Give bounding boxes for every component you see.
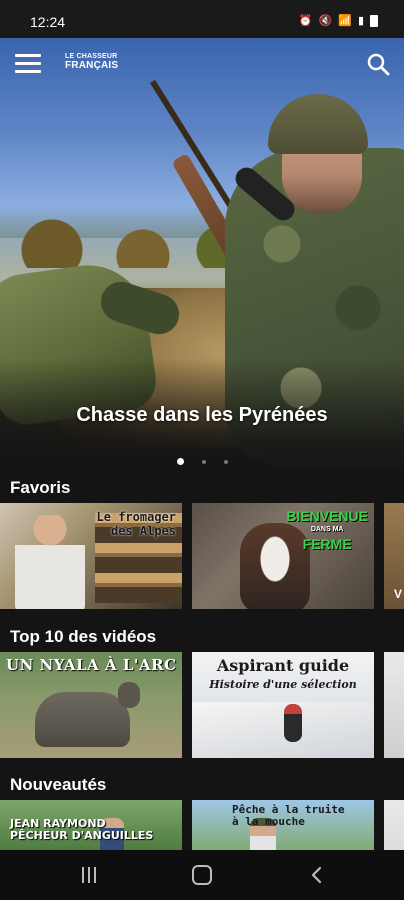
hero-hunter-cap <box>268 94 368 154</box>
video-thumb-nyala[interactable]: UN NYALA À L'ARC <box>0 652 182 758</box>
video-thumb-partial[interactable]: V <box>384 503 404 609</box>
app-toolbar: LE CHASSEUR FRANÇAIS <box>0 44 404 84</box>
row-nouveautes: JEAN RAYMOND PÊCHEUR D'ANGUILLES Pêche à… <box>0 800 404 852</box>
thumb-title: UN NYALA À L'ARC <box>6 656 177 674</box>
thumb-animal <box>35 692 130 747</box>
carousel-dot-3[interactable] <box>223 459 228 464</box>
thumb-title: V <box>394 587 403 601</box>
video-thumb-aspirant-guide[interactable]: Aspirant guide Histoire d'une sélection <box>192 652 374 758</box>
thumb-title: BIENVENUE DANS MA FERME <box>286 509 368 551</box>
thumb-slope <box>192 702 374 758</box>
hero-title[interactable]: Chasse dans les Pyrénées <box>0 404 404 427</box>
row-favoris: Le fromager des Alpes BIENVENUE DANS MA … <box>0 503 404 609</box>
app-logo[interactable]: LE CHASSEUR FRANÇAIS <box>65 52 119 71</box>
section-title-favoris: Favoris <box>10 478 71 497</box>
wifi-icon: 📶 <box>338 15 352 27</box>
thumb-title: JEAN RAYMOND PÊCHEUR D'ANGUILLES <box>10 817 154 842</box>
carousel-dots <box>0 458 404 465</box>
video-thumb-anguilles[interactable]: JEAN RAYMOND PÊCHEUR D'ANGUILLES <box>0 800 182 852</box>
signal-icon: ▮ <box>357 15 364 27</box>
back-icon[interactable] <box>307 865 327 885</box>
alarm-icon: ⏰ <box>298 15 313 27</box>
status-time: 12:24 <box>30 14 66 30</box>
status-icons: ⏰ 🔇 📶 ▮ <box>299 14 378 27</box>
thumb-title: Aspirant guide Histoire d'une sélection <box>192 656 374 691</box>
carousel-dot-1[interactable] <box>176 458 184 465</box>
video-thumb-partial[interactable] <box>384 652 404 758</box>
thumb-title-line1: BIENVENUE <box>286 508 368 524</box>
thumb-person <box>284 704 302 742</box>
system-nav-bar <box>0 850 404 900</box>
recents-icon[interactable] <box>80 867 98 883</box>
logo-line2: FRANÇAIS <box>65 60 119 71</box>
carousel-dot-2[interactable] <box>201 459 206 464</box>
thumb-title-line2: FERME <box>302 536 352 552</box>
home-icon[interactable] <box>192 865 212 885</box>
thumb-title: Le fromager des Alpes <box>96 510 176 538</box>
thumb-subtitle: Histoire d'une sélection <box>209 678 357 691</box>
video-thumb-fromager[interactable]: Le fromager des Alpes <box>0 503 182 609</box>
video-thumb-partial[interactable] <box>384 800 404 852</box>
thumb-title-small: DANS MA <box>310 526 344 533</box>
thumb-title: Pêche à la truite à la mouche <box>232 803 345 828</box>
thumb-person <box>15 515 85 609</box>
row-top10: UN NYALA À L'ARC Aspirant guide Histoire… <box>0 652 404 758</box>
thumb-title-line1: Aspirant guide <box>216 656 350 675</box>
section-title-nouveautes: Nouveautés <box>10 775 107 794</box>
search-icon[interactable] <box>366 52 390 76</box>
video-thumb-ferme[interactable]: BIENVENUE DANS MA FERME <box>192 503 374 609</box>
menu-icon[interactable] <box>15 52 43 76</box>
video-thumb-truite[interactable]: Pêche à la truite à la mouche <box>192 800 374 852</box>
battery-icon <box>370 14 378 27</box>
section-title-top10: Top 10 des vidéos <box>10 627 157 646</box>
mute-icon: 🔇 <box>318 15 333 27</box>
thumb-animal-head <box>118 682 140 708</box>
